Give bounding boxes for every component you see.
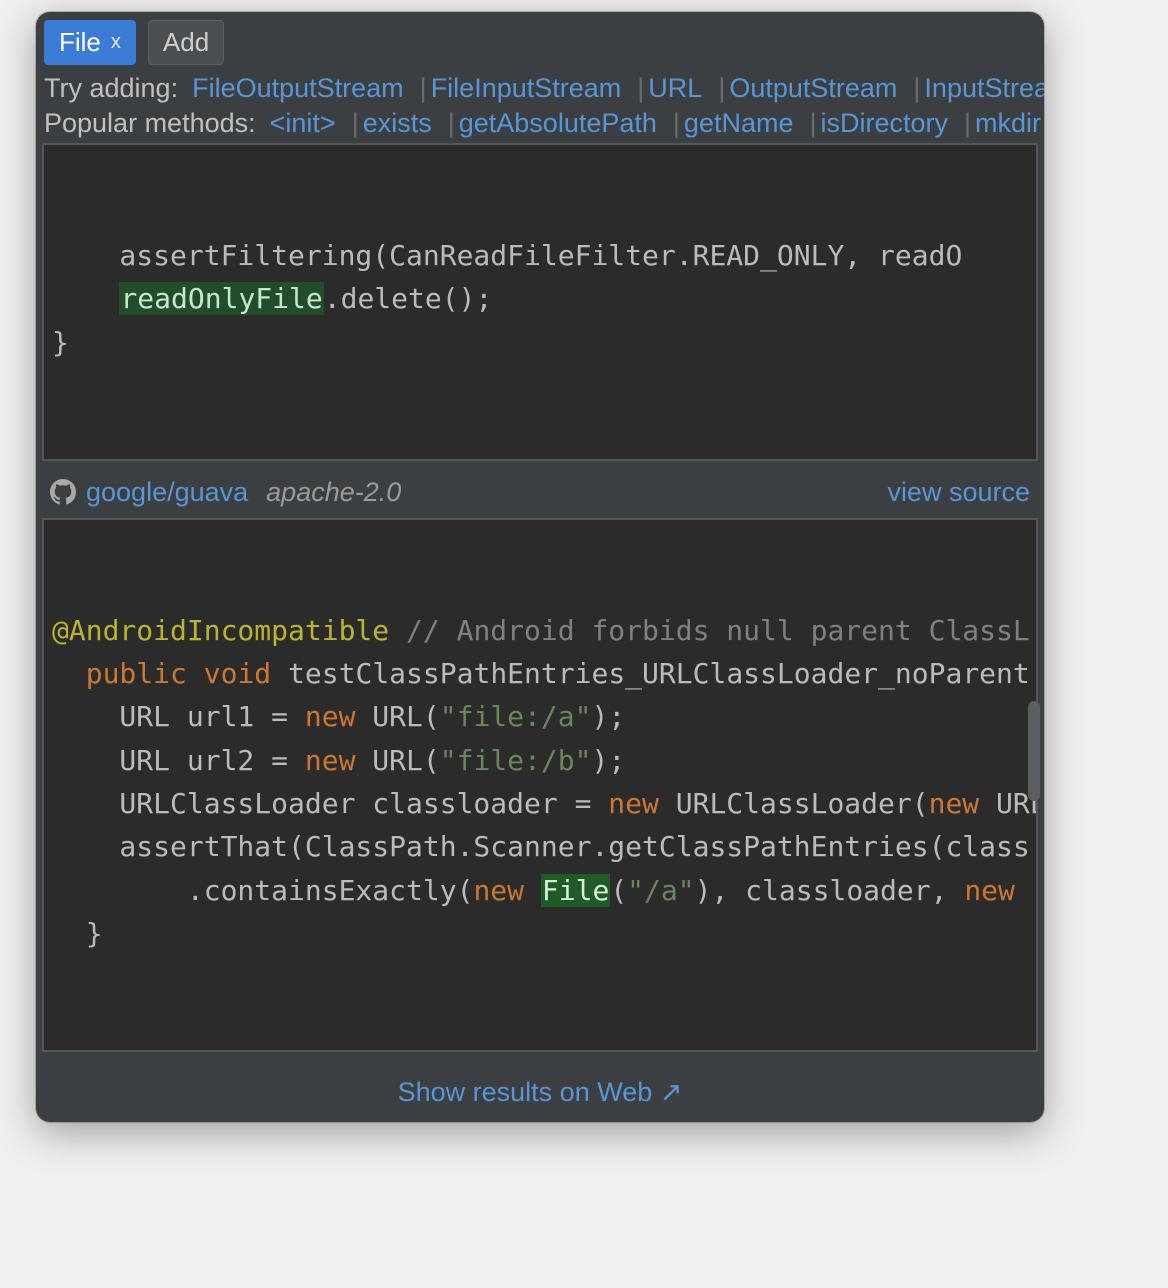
- separator: |: [964, 108, 971, 139]
- code-result: @AndroidIncompatible // Android forbids …: [42, 518, 1038, 1053]
- result-meta: google/guava apache-2.0 view source: [40, 471, 1040, 516]
- view-source-link[interactable]: view source: [887, 477, 1030, 508]
- suggestion-link[interactable]: InputStream: [924, 73, 1044, 104]
- code: assertFiltering(CanReadFileFilter.READ_O…: [44, 232, 1036, 372]
- result-meta: apache/zookeeper apache-2.0 view source: [40, 1062, 1040, 1067]
- suggestion-link[interactable]: FileOutputStream: [192, 73, 404, 104]
- license-text: apache-2.0: [266, 477, 401, 508]
- method-link[interactable]: exists: [363, 108, 432, 139]
- tab-label: File: [59, 27, 101, 58]
- search-panel: File x Add Try adding: FileOutputStream …: [36, 12, 1044, 1122]
- try-adding-label: Try adding:: [44, 73, 178, 104]
- tab-label: Add: [163, 27, 209, 58]
- code: @AndroidIncompatible // Android forbids …: [44, 607, 1036, 964]
- results-pane: assertFiltering(CanReadFileFilter.READ_O…: [36, 141, 1044, 1067]
- method-link[interactable]: getName: [684, 108, 794, 139]
- suggestion-link[interactable]: FileInputStream: [431, 73, 622, 104]
- separator: |: [809, 108, 816, 139]
- suggestion-link[interactable]: OutputStream: [729, 73, 897, 104]
- separator: |: [420, 73, 427, 104]
- scrollbar-thumb[interactable]: [1028, 701, 1040, 801]
- method-link[interactable]: isDirectory: [821, 108, 949, 139]
- close-icon[interactable]: x: [111, 31, 121, 54]
- separator: |: [352, 108, 359, 139]
- separator: |: [718, 73, 725, 104]
- repo-link[interactable]: google/guava: [86, 477, 248, 508]
- separator: |: [637, 73, 644, 104]
- show-on-web-link[interactable]: Show results on Web ↗: [36, 1067, 1044, 1122]
- code-result: assertFiltering(CanReadFileFilter.READ_O…: [42, 143, 1038, 461]
- tab-add[interactable]: Add: [148, 20, 224, 65]
- tab-file[interactable]: File x: [44, 20, 136, 65]
- separator: |: [448, 108, 455, 139]
- suggestion-link[interactable]: URL: [648, 73, 702, 104]
- popular-methods-row: Popular methods: <init> | exists | getAb…: [36, 106, 1044, 141]
- popular-methods-label: Popular methods:: [44, 108, 256, 139]
- method-link[interactable]: getAbsolutePath: [459, 108, 657, 139]
- try-adding-row: Try adding: FileOutputStream | FileInput…: [36, 71, 1044, 106]
- method-link[interactable]: mkdir: [975, 108, 1041, 139]
- separator: |: [913, 73, 920, 104]
- separator: |: [673, 108, 680, 139]
- github-icon: [50, 479, 76, 505]
- tabbar: File x Add: [36, 12, 1044, 71]
- method-link[interactable]: <init>: [270, 108, 336, 139]
